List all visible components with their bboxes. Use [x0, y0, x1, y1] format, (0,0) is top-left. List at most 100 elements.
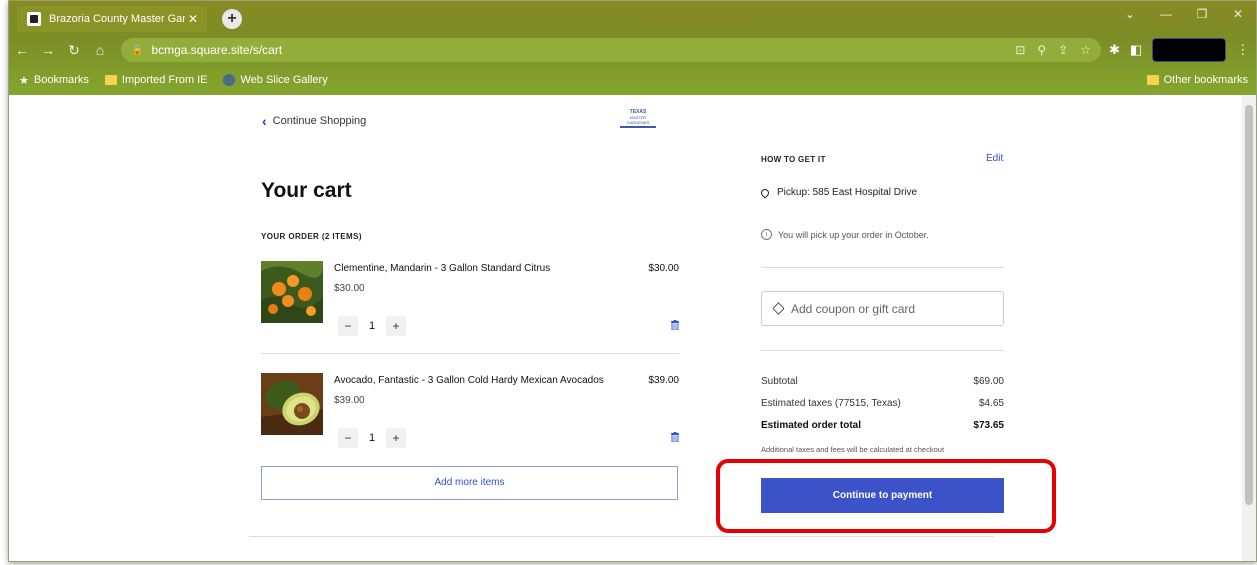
order-heading: YOUR ORDER (2 ITEMS) — [261, 232, 362, 241]
menu-icon[interactable]: ⋮ — [1236, 42, 1249, 58]
cart-item: Avocado, Fantastic - 3 Gallon Cold Hardy… — [261, 373, 679, 453]
cart-item: Clementine, Mandarin - 3 Gallon Standard… — [261, 261, 679, 341]
profile-button[interactable] — [1152, 38, 1227, 62]
close-tab-icon[interactable]: ✕ — [185, 12, 201, 26]
forward-arrow-icon[interactable]: → — [35, 42, 61, 58]
continue-shopping-label: Continue Shopping — [272, 115, 367, 127]
item-unit-price: $39.00 — [334, 395, 365, 406]
item-unit-price: $30.00 — [334, 283, 365, 294]
browser-tab[interactable]: Brazoria County Master Gardene ✕ — [17, 6, 207, 32]
coupon-placeholder: Add coupon or gift card — [791, 301, 916, 316]
minimize-icon[interactable]: — — [1148, 1, 1184, 29]
item-line-total: $39.00 — [648, 375, 679, 386]
quantity-value[interactable]: 1 — [358, 432, 386, 444]
back-arrow-icon[interactable]: ← — [9, 42, 35, 58]
bookmark-imported[interactable]: Imported From IE — [104, 74, 208, 86]
browser-chrome: Brazoria County Master Gardene ✕ + ⌄ — ❐… — [9, 1, 1256, 95]
restore-icon[interactable]: ❐ — [1184, 1, 1220, 29]
sidepanel-icon[interactable]: ◧ — [1130, 42, 1142, 58]
folder-icon — [104, 75, 117, 85]
browser-window: Brazoria County Master Gardene ✕ + ⌄ — ❐… — [8, 0, 1257, 562]
total-row: Estimated order total $73.65 — [761, 420, 1004, 431]
zoom-icon[interactable]: ⚲ — [1037, 43, 1046, 57]
bookmark-label: Bookmarks — [33, 74, 89, 86]
tab-title: Brazoria County Master Gardene — [49, 13, 185, 25]
address-bar[interactable]: 🔒 bcmga.square.site/s/cart ⊡ ⚲ ⇪ ☆ — [121, 38, 1101, 62]
subtotal-row: Subtotal $69.00 — [761, 376, 1004, 387]
pickup-location: Pickup: 585 East Hospital Drive — [759, 186, 918, 199]
bookmarks-item[interactable]: ★ Bookmarks — [19, 74, 89, 87]
pickup-note-text: You will pick up your order in October. — [778, 229, 929, 240]
bookmark-label: Web Slice Gallery — [240, 74, 328, 86]
clementine-image — [261, 261, 323, 323]
new-tab-button[interactable]: + — [222, 9, 242, 29]
bookmark-label: Imported From IE — [121, 74, 208, 86]
share-icon[interactable]: ⇪ — [1058, 43, 1068, 57]
item-name[interactable]: Avocado, Fantastic - 3 Gallon Cold Hardy… — [334, 375, 604, 386]
total-value: $73.65 — [973, 420, 1004, 431]
browser-toolbar: ← → ↻ ⌂ 🔒 bcmga.square.site/s/cart ⊡ ⚲ ⇪… — [9, 35, 1256, 65]
tag-icon — [772, 302, 785, 315]
checkout-fine-print: Additional taxes and fees will be calcul… — [761, 445, 945, 454]
home-icon[interactable]: ⌂ — [87, 42, 113, 58]
quantity-stepper: − 1 + — [338, 316, 406, 336]
lock-icon: 🔒 — [131, 44, 144, 56]
logo-bar — [620, 126, 656, 128]
cart-page: ‹ Continue Shopping TEXAS MASTER GARDENE… — [9, 95, 1244, 561]
quantity-value[interactable]: 1 — [358, 320, 386, 332]
page-title: Your cart — [261, 179, 352, 202]
increment-button[interactable]: + — [386, 316, 406, 336]
address-bar-actions: ⊡ ⚲ ⇪ ☆ — [1015, 38, 1091, 62]
decrement-button[interactable]: − — [338, 428, 358, 448]
increment-button[interactable]: + — [386, 428, 406, 448]
extensions-icon[interactable]: ✱ — [1109, 42, 1120, 58]
other-bookmarks[interactable]: Other bookmarks — [1146, 67, 1248, 93]
edit-fulfillment-link[interactable]: Edit — [986, 153, 1003, 164]
star-icon: ★ — [19, 74, 29, 87]
install-icon[interactable]: ⊡ — [1015, 43, 1025, 57]
add-more-items-button[interactable]: Add more items — [261, 466, 678, 500]
subtotal-label: Subtotal — [761, 376, 798, 387]
summary-divider — [761, 350, 1004, 351]
logo-line2: MASTER GARDENER — [626, 115, 650, 125]
folder-icon — [1146, 75, 1159, 85]
tax-label: Estimated taxes (77515, Texas) — [761, 398, 901, 409]
pickup-note: i You will pick up your order in October… — [761, 229, 929, 240]
pickup-label: Pickup: 585 East Hospital Drive — [777, 187, 918, 198]
bookmark-web-slice[interactable]: Web Slice Gallery — [223, 74, 328, 86]
close-window-icon[interactable]: ✕ — [1220, 1, 1256, 29]
star-icon[interactable]: ☆ — [1080, 43, 1091, 57]
other-bookmarks-label: Other bookmarks — [1163, 74, 1248, 86]
summary-divider — [761, 267, 1004, 268]
quantity-stepper: − 1 + — [338, 428, 406, 448]
how-to-get-it-heading: HOW TO GET IT — [761, 155, 826, 164]
globe-icon — [223, 74, 236, 86]
item-name[interactable]: Clementine, Mandarin - 3 Gallon Standard… — [334, 263, 550, 274]
window-controls: ⌄ — ❐ ✕ — [1112, 1, 1256, 29]
chevron-down-icon[interactable]: ⌄ — [1112, 1, 1148, 29]
coupon-input[interactable]: Add coupon or gift card — [761, 291, 1004, 326]
tax-value: $4.65 — [978, 398, 1004, 409]
avocado-image — [261, 373, 323, 435]
info-icon: i — [761, 229, 772, 240]
location-pin-icon — [759, 186, 771, 199]
square-favicon-icon — [27, 12, 41, 26]
url-text: bcmga.square.site/s/cart — [151, 43, 283, 57]
trash-icon[interactable] — [671, 320, 679, 330]
scrollbar-thumb[interactable] — [1245, 105, 1253, 505]
reload-icon[interactable]: ↻ — [61, 42, 87, 59]
toolbar-right: ✱ ◧ ⋮ — [1109, 35, 1249, 65]
trash-icon[interactable] — [671, 432, 679, 442]
page-scrollbar[interactable] — [1242, 95, 1256, 561]
footer-divider — [249, 536, 994, 537]
highlight-callout — [716, 459, 1056, 533]
tax-row: Estimated taxes (77515, Texas) $4.65 — [761, 398, 1004, 409]
item-divider — [261, 353, 679, 354]
chevron-left-icon: ‹ — [262, 113, 267, 129]
site-logo[interactable]: TEXAS MASTER GARDENER — [620, 109, 656, 128]
continue-shopping-link[interactable]: ‹ Continue Shopping — [262, 113, 366, 129]
subtotal-value: $69.00 — [973, 376, 1004, 387]
decrement-button[interactable]: − — [338, 316, 358, 336]
total-label: Estimated order total — [761, 420, 862, 431]
item-line-total: $30.00 — [648, 263, 679, 274]
